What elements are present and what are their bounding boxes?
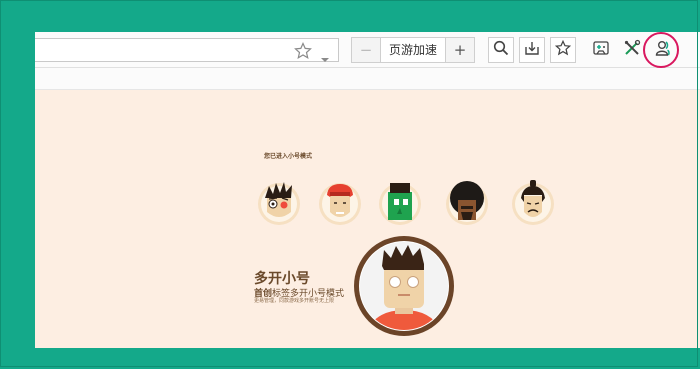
highlight-ring (643, 32, 679, 68)
search-button[interactable] (488, 37, 514, 63)
avatar-green[interactable] (376, 178, 424, 230)
download-button[interactable] (519, 37, 545, 63)
favorite-button[interactable] (550, 37, 576, 63)
search-icon (493, 40, 509, 60)
avatar-main[interactable] (354, 236, 454, 348)
page-description: 更易管理，同款游戏多开账号无上限 (254, 298, 335, 304)
speed-label[interactable]: 页游加速 (380, 38, 446, 62)
star-icon[interactable] (294, 42, 312, 64)
game-button[interactable] (588, 37, 614, 63)
speed-minus-button[interactable]: − (352, 38, 380, 62)
avatar-spiky[interactable] (255, 178, 303, 230)
address-bar[interactable] (35, 38, 339, 62)
toolbar: − 页游加速 + (35, 32, 700, 68)
speed-control: − 页游加速 + (351, 37, 475, 63)
avatar-redhair[interactable] (316, 178, 364, 230)
tab-strip (35, 68, 700, 90)
multi-account-page: 您已进入小号模式 多开小号 首创标签多开小号模式 更易管理，同款游戏多开账号无上… (35, 90, 700, 348)
download-icon (524, 40, 540, 60)
speed-plus-button[interactable]: + (446, 38, 474, 62)
tools-icon (623, 39, 641, 61)
page-title: 多开小号 (254, 271, 310, 287)
gamepad-icon (592, 39, 610, 61)
tools-button[interactable] (619, 37, 645, 63)
favorite-star-icon (554, 39, 572, 60)
avatar-afro[interactable] (443, 178, 491, 230)
avatar-samurai[interactable] (509, 178, 557, 230)
mode-notice: 您已进入小号模式 (264, 153, 313, 160)
browser-window: − 页游加速 + 您已进入小号模式 多开小号 首创标签多开小号模式 更易管理，同… (35, 32, 700, 348)
dropdown-arrow-icon[interactable] (320, 48, 330, 67)
